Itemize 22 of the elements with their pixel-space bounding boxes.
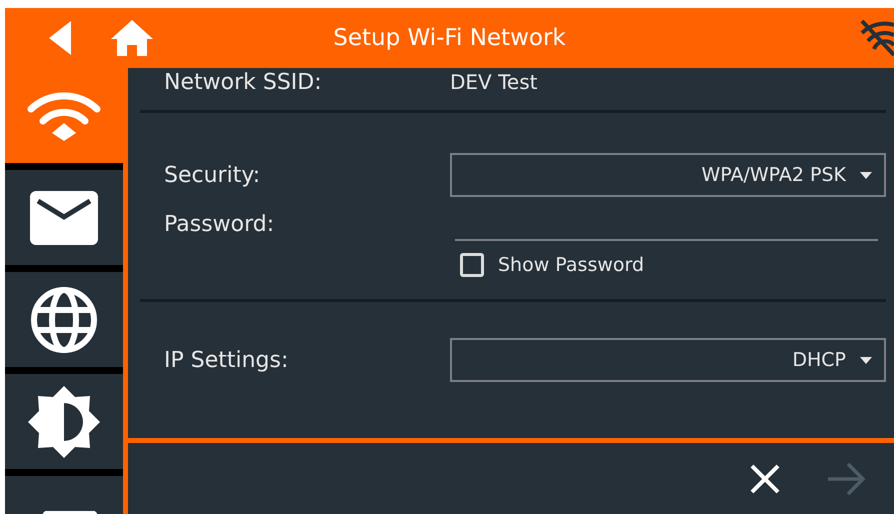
ip-settings-dropdown[interactable]: DHCP (450, 338, 886, 382)
close-button[interactable] (750, 464, 780, 494)
ssid-value: DEV Test (450, 70, 538, 94)
window-title: Setup Wi-Fi Network (333, 25, 566, 51)
home-button[interactable] (111, 20, 153, 56)
field-label: Network SSID: (163, 70, 323, 94)
mail-icon (30, 190, 98, 244)
field-label: IP Settings: (163, 348, 290, 372)
back-button[interactable] (49, 21, 71, 55)
globe-icon (30, 286, 98, 354)
caret-icon (860, 356, 872, 364)
checkbox[interactable] (460, 253, 484, 277)
sidebar-item[interactable] (5, 170, 123, 265)
caret-icon (860, 172, 872, 178)
field-label: Password: (163, 212, 276, 236)
field-label: Security: (163, 162, 262, 188)
wifi-off-icon (860, 19, 894, 57)
security-dropdown[interactable]: WPA/WPA2 PSK (450, 153, 886, 197)
brightness-icon (27, 384, 101, 458)
sidebar-item[interactable] (5, 272, 123, 367)
checkbox-label: Show Password (498, 254, 644, 276)
sidebar-item[interactable] (5, 374, 123, 469)
